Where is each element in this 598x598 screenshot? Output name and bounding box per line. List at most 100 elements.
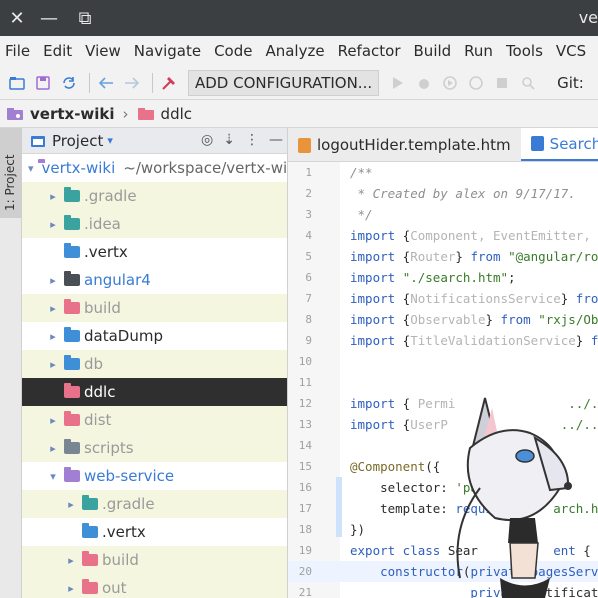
chevron-right-icon[interactable]: ▸: [64, 554, 78, 567]
menu-item-analyze[interactable]: Analyze: [265, 42, 324, 60]
tree-item-label: db: [84, 355, 104, 373]
code-text: * Created by alex on 9/17/17.: [350, 186, 576, 201]
folder-icon: [64, 439, 80, 454]
coverage-icon[interactable]: [439, 72, 461, 94]
chevron-down-icon[interactable]: ▾: [46, 470, 60, 483]
chevron-right-icon[interactable]: ▸: [46, 414, 60, 427]
maximize-window-icon[interactable]: ⧉: [70, 0, 100, 36]
project-tree: ▾ vertx-wiki ~/workspace/vertx-wiki ▸ .gradl…: [22, 154, 287, 598]
code-text: */: [350, 207, 373, 222]
target-icon[interactable]: ◎: [201, 132, 213, 148]
chevron-right-icon[interactable]: ▸: [64, 498, 78, 511]
project-view-label[interactable]: Project: [52, 132, 103, 150]
project-tool-tab[interactable]: 1: Project: [0, 128, 22, 218]
chevron-right-icon[interactable]: ▸: [46, 274, 60, 287]
chevron-down-icon[interactable]: ▾: [107, 134, 113, 147]
line-number: 13: [298, 418, 312, 431]
editor-tab[interactable]: Search.: [520, 128, 598, 161]
open-folder-icon[interactable]: [6, 72, 28, 94]
folder-icon: [64, 243, 80, 258]
line-number: 7: [305, 292, 312, 305]
tree-item-label: ddlc: [84, 383, 116, 401]
tree-item[interactable]: ▾ vertx-wiki ~/workspace/vertx-wiki: [22, 154, 287, 182]
title-bar: ✕ — ⧉ ve: [0, 0, 598, 36]
tree-item[interactable]: ▸ dataDump: [22, 322, 287, 350]
stop-icon[interactable]: [491, 72, 513, 94]
tree-item[interactable]: ▸ build: [22, 546, 287, 574]
project-panel-header: Project ▾ ◎ ⇣ ⋮ —: [22, 128, 287, 154]
menu-item-run[interactable]: Run: [464, 42, 493, 60]
tree-item[interactable]: ▸ angular4: [22, 266, 287, 294]
chevron-right-icon[interactable]: ▸: [46, 302, 60, 315]
close-window-icon[interactable]: ✕: [2, 0, 32, 36]
chevron-right-icon[interactable]: ▸: [46, 442, 60, 455]
run-icon[interactable]: [387, 72, 409, 94]
menu-item-view[interactable]: View: [85, 42, 121, 60]
chevron-right-icon[interactable]: ▸: [46, 358, 60, 371]
tree-item[interactable]: ▸ .idea: [22, 210, 287, 238]
chevron-right-icon[interactable]: ▸: [64, 582, 78, 595]
code-text: import {Router} from "@angular/route: [350, 249, 598, 264]
code-text: @Component({: [350, 459, 441, 474]
code-line: 1 /**: [288, 162, 598, 183]
main-toolbar: ADD CONFIGURATION... Git:: [0, 66, 598, 100]
tree-item[interactable]: .vertx: [22, 238, 287, 266]
sync-icon[interactable]: [58, 72, 80, 94]
folder-icon: [64, 355, 80, 370]
tree-item[interactable]: ddlc: [22, 378, 287, 406]
folder-icon: [64, 271, 80, 286]
tree-item[interactable]: ▸ .gradle: [22, 490, 287, 518]
tree-item[interactable]: ▸ scripts: [22, 434, 287, 462]
editor-tabs: logoutHider.template.htm Search.: [288, 128, 598, 162]
menu-item-code[interactable]: Code: [214, 42, 252, 60]
tree-item-label: .vertx: [102, 523, 146, 541]
tree-item[interactable]: ▸ db: [22, 350, 287, 378]
tree-item-label: dataDump: [84, 327, 163, 345]
chevron-down-icon[interactable]: ▾: [28, 162, 34, 175]
profile-icon[interactable]: [465, 72, 487, 94]
toolbar-separator: [89, 72, 90, 93]
breadcrumb: vertx-wiki › ddlc: [0, 100, 598, 128]
menu-item-edit[interactable]: Edit: [43, 42, 72, 60]
search-everywhere-icon[interactable]: [517, 72, 539, 94]
line-number: 20: [298, 565, 312, 578]
tree-item[interactable]: ▸ out: [22, 574, 287, 598]
debug-icon[interactable]: [413, 72, 435, 94]
more-options-icon[interactable]: ⋮: [245, 132, 259, 148]
menu-item-build[interactable]: Build: [414, 42, 452, 60]
menu-item-file[interactable]: File: [5, 42, 30, 60]
line-number: 17: [298, 502, 312, 515]
tree-item-label: angular4: [84, 271, 151, 289]
tree-item-label: vertx-wiki: [41, 159, 116, 177]
menu-item-navigate[interactable]: Navigate: [134, 42, 201, 60]
save-icon[interactable]: [32, 72, 54, 94]
menu-item-tools[interactable]: Tools: [506, 42, 543, 60]
tree-item[interactable]: ▾ web-service: [22, 462, 287, 490]
run-configuration-dropdown[interactable]: ADD CONFIGURATION...: [188, 69, 380, 96]
editor-tab[interactable]: logoutHider.template.htm: [288, 128, 521, 161]
chevron-right-icon[interactable]: ▸: [46, 190, 60, 203]
breadcrumb-item-root[interactable]: vertx-wiki: [30, 105, 115, 123]
code-line: 4 import {Component, EventEmitter, Out: [288, 225, 598, 246]
menu-item-vcs[interactable]: VCS: [556, 42, 586, 60]
breadcrumb-item-current[interactable]: ddlc: [161, 105, 192, 123]
tree-item[interactable]: .vertx: [22, 518, 287, 546]
code-line: 9 import {TitleValidationService} from: [288, 330, 598, 351]
line-number: 14: [298, 439, 312, 452]
line-number: 5: [305, 250, 312, 263]
chevron-right-icon[interactable]: ▸: [46, 218, 60, 231]
minimize-window-icon[interactable]: —: [34, 0, 64, 36]
tree-item[interactable]: ▸ dist: [22, 406, 287, 434]
code-line: 10: [288, 351, 598, 372]
window-title: ve: [578, 8, 598, 27]
chevron-right-icon[interactable]: ▸: [46, 330, 60, 343]
back-arrow-icon[interactable]: [95, 72, 117, 94]
forward-arrow-icon[interactable]: [121, 72, 143, 94]
settings-icon[interactable]: ⇣: [223, 132, 235, 148]
hide-panel-icon[interactable]: —: [269, 132, 283, 148]
build-hammer-icon[interactable]: [158, 72, 180, 94]
tree-item[interactable]: ▸ .gradle: [22, 182, 287, 210]
menu-item-refactor[interactable]: Refactor: [338, 42, 401, 60]
folder-icon: [137, 105, 161, 123]
tree-item[interactable]: ▸ build: [22, 294, 287, 322]
